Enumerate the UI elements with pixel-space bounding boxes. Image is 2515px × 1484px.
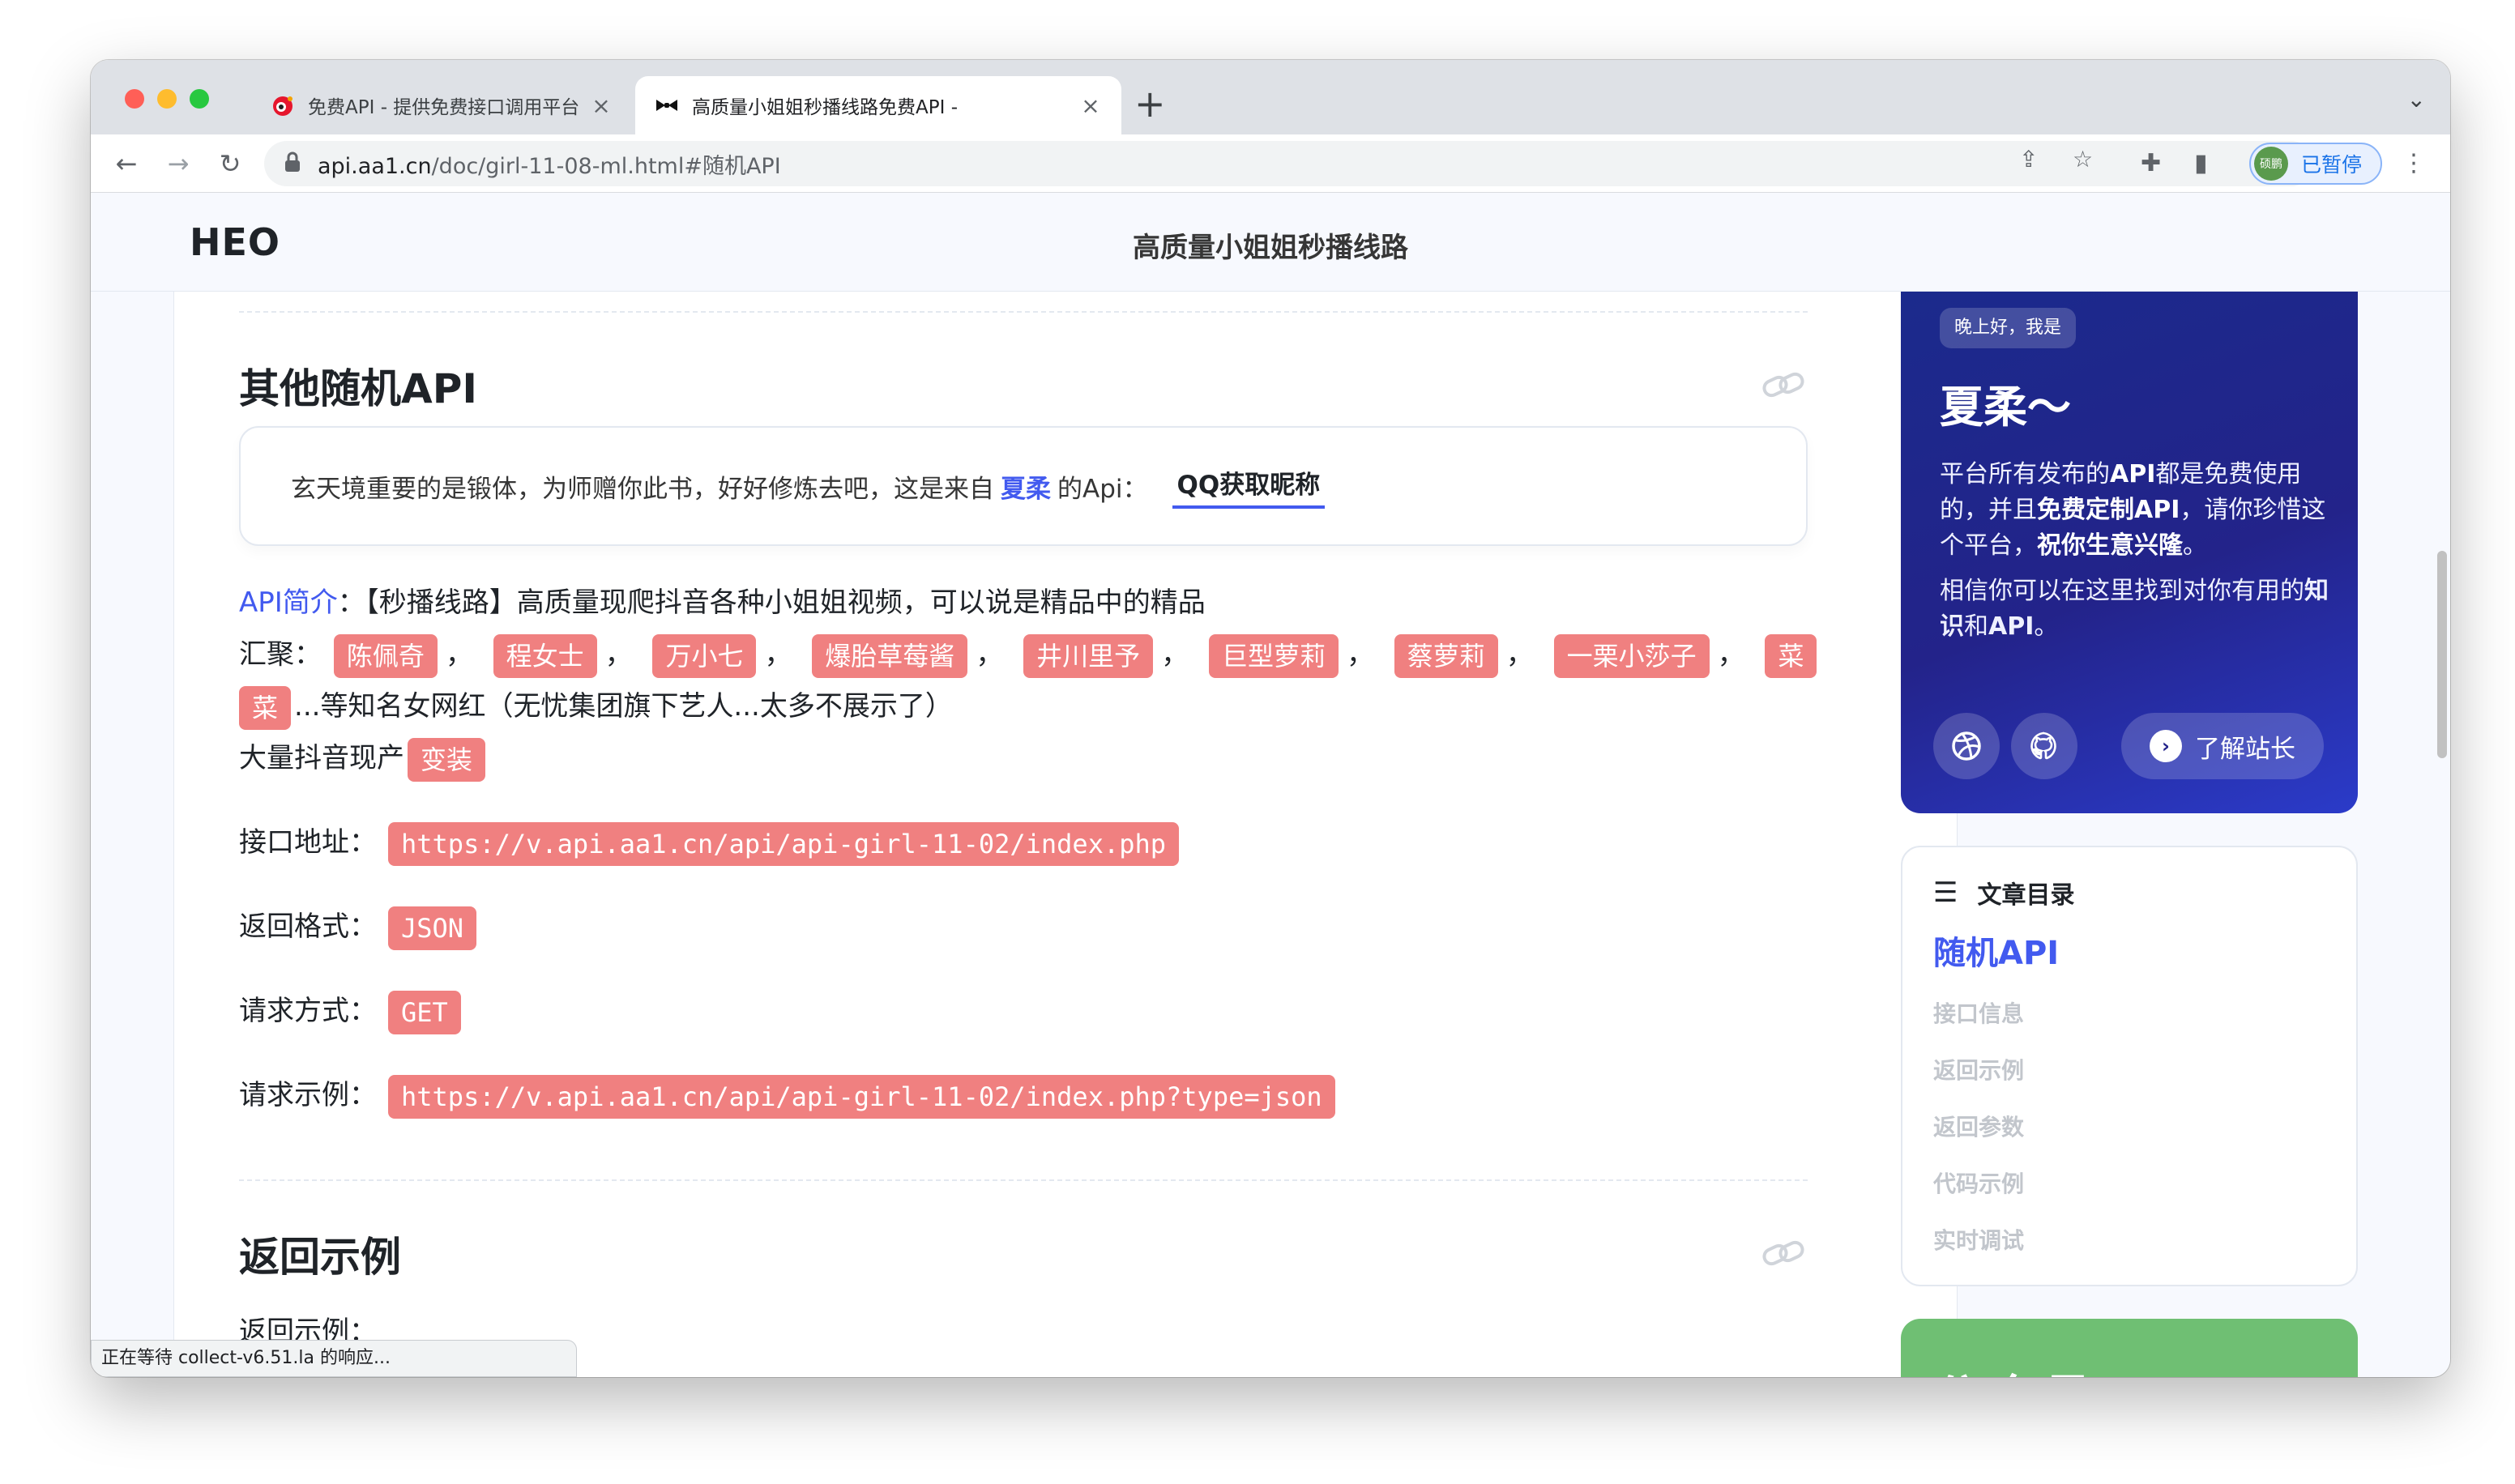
info-row-format: 返回格式： JSON	[239, 901, 477, 953]
author-description: 平台所有发布的API都是免费使用的，并且免费定制API，请你珍惜这个平台，祝你生…	[1940, 460, 2326, 560]
extensions-puzzle-icon[interactable]: ✚	[2141, 149, 2161, 177]
info-row-example: 请求示例： https://v.api.aa1.cn/api/api-girl-1…	[239, 1069, 1335, 1121]
toc-item-active[interactable]: 随机API	[1933, 927, 2059, 974]
link-icon[interactable]	[1761, 369, 1806, 402]
dribbble-button[interactable]	[1933, 713, 2000, 779]
page-scrollbar[interactable]	[2437, 551, 2447, 758]
author-description-2: 相信你可以在这里找到对你有用的知识和API。	[1940, 577, 2329, 641]
toc-item[interactable]: 返回示例	[1933, 1053, 2024, 1085]
table-of-contents: ☰ 文章目录 随机API 接口信息 返回示例 返回参数 代码示例 实时调试	[1901, 846, 2358, 1286]
url-text: api.aa1.cn/doc/girl-11-08-ml.html#随机API	[318, 153, 781, 179]
zoom-window-button[interactable]	[190, 89, 209, 109]
info-row-endpoint: 接口地址： https://v.api.aa1.cn/api/api-girl-1…	[239, 817, 1180, 868]
tab-title: 高质量小姐姐秒播线路免费API -	[692, 97, 958, 118]
toc-item[interactable]: 返回参数	[1933, 1110, 2024, 1142]
tag[interactable]: 爆胎草莓酱	[812, 633, 968, 678]
divider	[239, 311, 1808, 313]
wechat-official-account-card[interactable]: 公众号	[1901, 1319, 2358, 1377]
tag[interactable]: 巨型萝莉	[1208, 633, 1339, 678]
endpoint-url[interactable]: https://v.api.aa1.cn/api/api-girl-11-02/…	[388, 821, 1180, 866]
tag[interactable]: 程女士	[493, 633, 597, 678]
section-title-other-random-api: 其他随机API	[239, 365, 477, 412]
browser-toolbar: ← → ↻ api.aa1.cn/doc/girl-11-08-ml.html#…	[91, 134, 2450, 193]
quote-author-link[interactable]: 夏柔	[1001, 468, 1051, 505]
list-icon: ☰	[1933, 876, 1958, 909]
status-bar: 正在等待 collect-v6.51.la 的响应...	[91, 1340, 577, 1377]
author-card: 晚上好，我是 夏柔～ 平台所有发布的API都是免费使用的，并且免费定制API，请…	[1901, 292, 2358, 813]
return-format: JSON	[388, 906, 477, 950]
example-url[interactable]: https://v.api.aa1.cn/api/api-girl-11-02/…	[388, 1074, 1335, 1119]
address-bar[interactable]: api.aa1.cn/doc/girl-11-08-ml.html#随机API	[264, 141, 2314, 186]
gather-line-cont: 菜 ...等知名女网红（无忧集团旗下艺人...太多不展示了）	[239, 680, 953, 732]
tab-title: 免费API - 提供免费接口调用平台	[308, 97, 580, 118]
site-header: HEO 高质量小姐姐秒播线路	[91, 193, 2450, 292]
api-intro-label: API简介	[239, 586, 338, 619]
browser-window: 免费API - 提供免费接口调用平台 × 高质量小姐姐秒播线路免费API - ×…	[91, 60, 2450, 1377]
new-tab-button[interactable]: +	[1134, 83, 1166, 125]
chevron-right-icon: ›	[2150, 730, 2182, 762]
green-card-title: 公众号	[1933, 1359, 2099, 1377]
lock-icon	[284, 151, 306, 176]
link-icon[interactable]	[1761, 1238, 1806, 1270]
section-title-return-example: 返回示例	[239, 1234, 401, 1281]
forward-arrow-icon[interactable]: →	[159, 144, 198, 183]
api-intro: API简介：【秒播线路】高质量现爬抖音各种小姐姐视频，可以说是精品中的精品	[239, 586, 1206, 619]
greeting-badge: 晚上好，我是	[1940, 308, 2077, 348]
browser-menu-icon[interactable]: ⋮	[2402, 149, 2426, 177]
toc-header: ☰ 文章目录	[1933, 876, 2075, 910]
github-icon	[2030, 731, 2056, 760]
profile-status: 已暂停	[2301, 153, 2363, 177]
bookmark-star-icon[interactable]: ☆	[2073, 146, 2093, 173]
info-row-method: 请求方式： GET	[239, 985, 461, 1037]
toc-item[interactable]: 实时调试	[1933, 1223, 2024, 1256]
back-arrow-icon[interactable]: ←	[107, 144, 146, 183]
page-content: 其他随机API 玄天境重要的是锻体，为师赠你此书，好好修炼去吧，这是来自 夏柔 …	[91, 292, 2450, 1377]
tab-girl-api[interactable]: 高质量小姐姐秒播线路免费API - ×	[635, 76, 1121, 134]
article: 其他随机API 玄天境重要的是锻体，为师赠你此书，好好修炼去吧，这是来自 夏柔 …	[173, 292, 1958, 1377]
quote-card: 玄天境重要的是锻体，为师赠你此书，好好修炼去吧，这是来自 夏柔 的Api： QQ…	[239, 426, 1808, 546]
tab-search-chevron-icon[interactable]: ⌄	[2407, 86, 2426, 113]
qq-nickname-link[interactable]: QQ获取昵称	[1172, 464, 1326, 509]
tag[interactable]: 变装	[408, 737, 486, 782]
toc-item[interactable]: 代码示例	[1933, 1166, 2024, 1199]
page-title: 高质量小姐姐秒播线路	[1133, 232, 1408, 264]
request-method: GET	[388, 990, 461, 1034]
minimize-window-button[interactable]	[157, 89, 177, 109]
reload-icon[interactable]: ↻	[211, 144, 250, 183]
tag[interactable]: 蔡萝莉	[1394, 633, 1498, 678]
tag[interactable]: 井川里予	[1023, 633, 1154, 678]
tag[interactable]: 一栗小莎子	[1553, 633, 1710, 678]
tab-free-api[interactable]: 免费API - 提供免费接口调用平台 ×	[251, 76, 632, 134]
author-name: 夏柔～	[1940, 382, 2071, 433]
close-tab-icon[interactable]: ×	[1079, 92, 1102, 119]
tag[interactable]: 万小七	[652, 633, 757, 678]
tag[interactable]: 菜	[1765, 633, 1817, 678]
close-tab-icon[interactable]: ×	[590, 92, 613, 119]
tag[interactable]: 菜	[239, 685, 292, 730]
dribbble-icon	[1952, 731, 1981, 761]
tag[interactable]: 陈佩奇	[333, 633, 438, 678]
many-line: 大量抖音现产 变装	[239, 732, 489, 784]
tab-strip: 免费API - 提供免费接口调用平台 × 高质量小姐姐秒播线路免费API - ×…	[91, 60, 2450, 134]
profile-button[interactable]: 硕鹏 已暂停	[2249, 143, 2382, 185]
divider	[239, 1179, 1808, 1181]
bowtie-favicon-icon	[655, 93, 679, 117]
toc-item[interactable]: 接口信息	[1933, 996, 2024, 1029]
github-button[interactable]	[2011, 713, 2077, 779]
close-window-button[interactable]	[125, 89, 144, 109]
gather-line: 汇聚： 陈佩奇， 程女士， 万小七， 爆胎草莓酱， 井川里予， 巨型萝莉， 蔡萝…	[239, 629, 1820, 680]
side-panel-icon[interactable]: ▮	[2194, 149, 2208, 177]
avatar: 硕鹏	[2254, 147, 2288, 181]
about-author-button[interactable]: › 了解站长	[2121, 713, 2324, 779]
weibo-favicon-icon	[271, 93, 295, 117]
share-icon[interactable]: ⇪	[2019, 146, 2038, 173]
